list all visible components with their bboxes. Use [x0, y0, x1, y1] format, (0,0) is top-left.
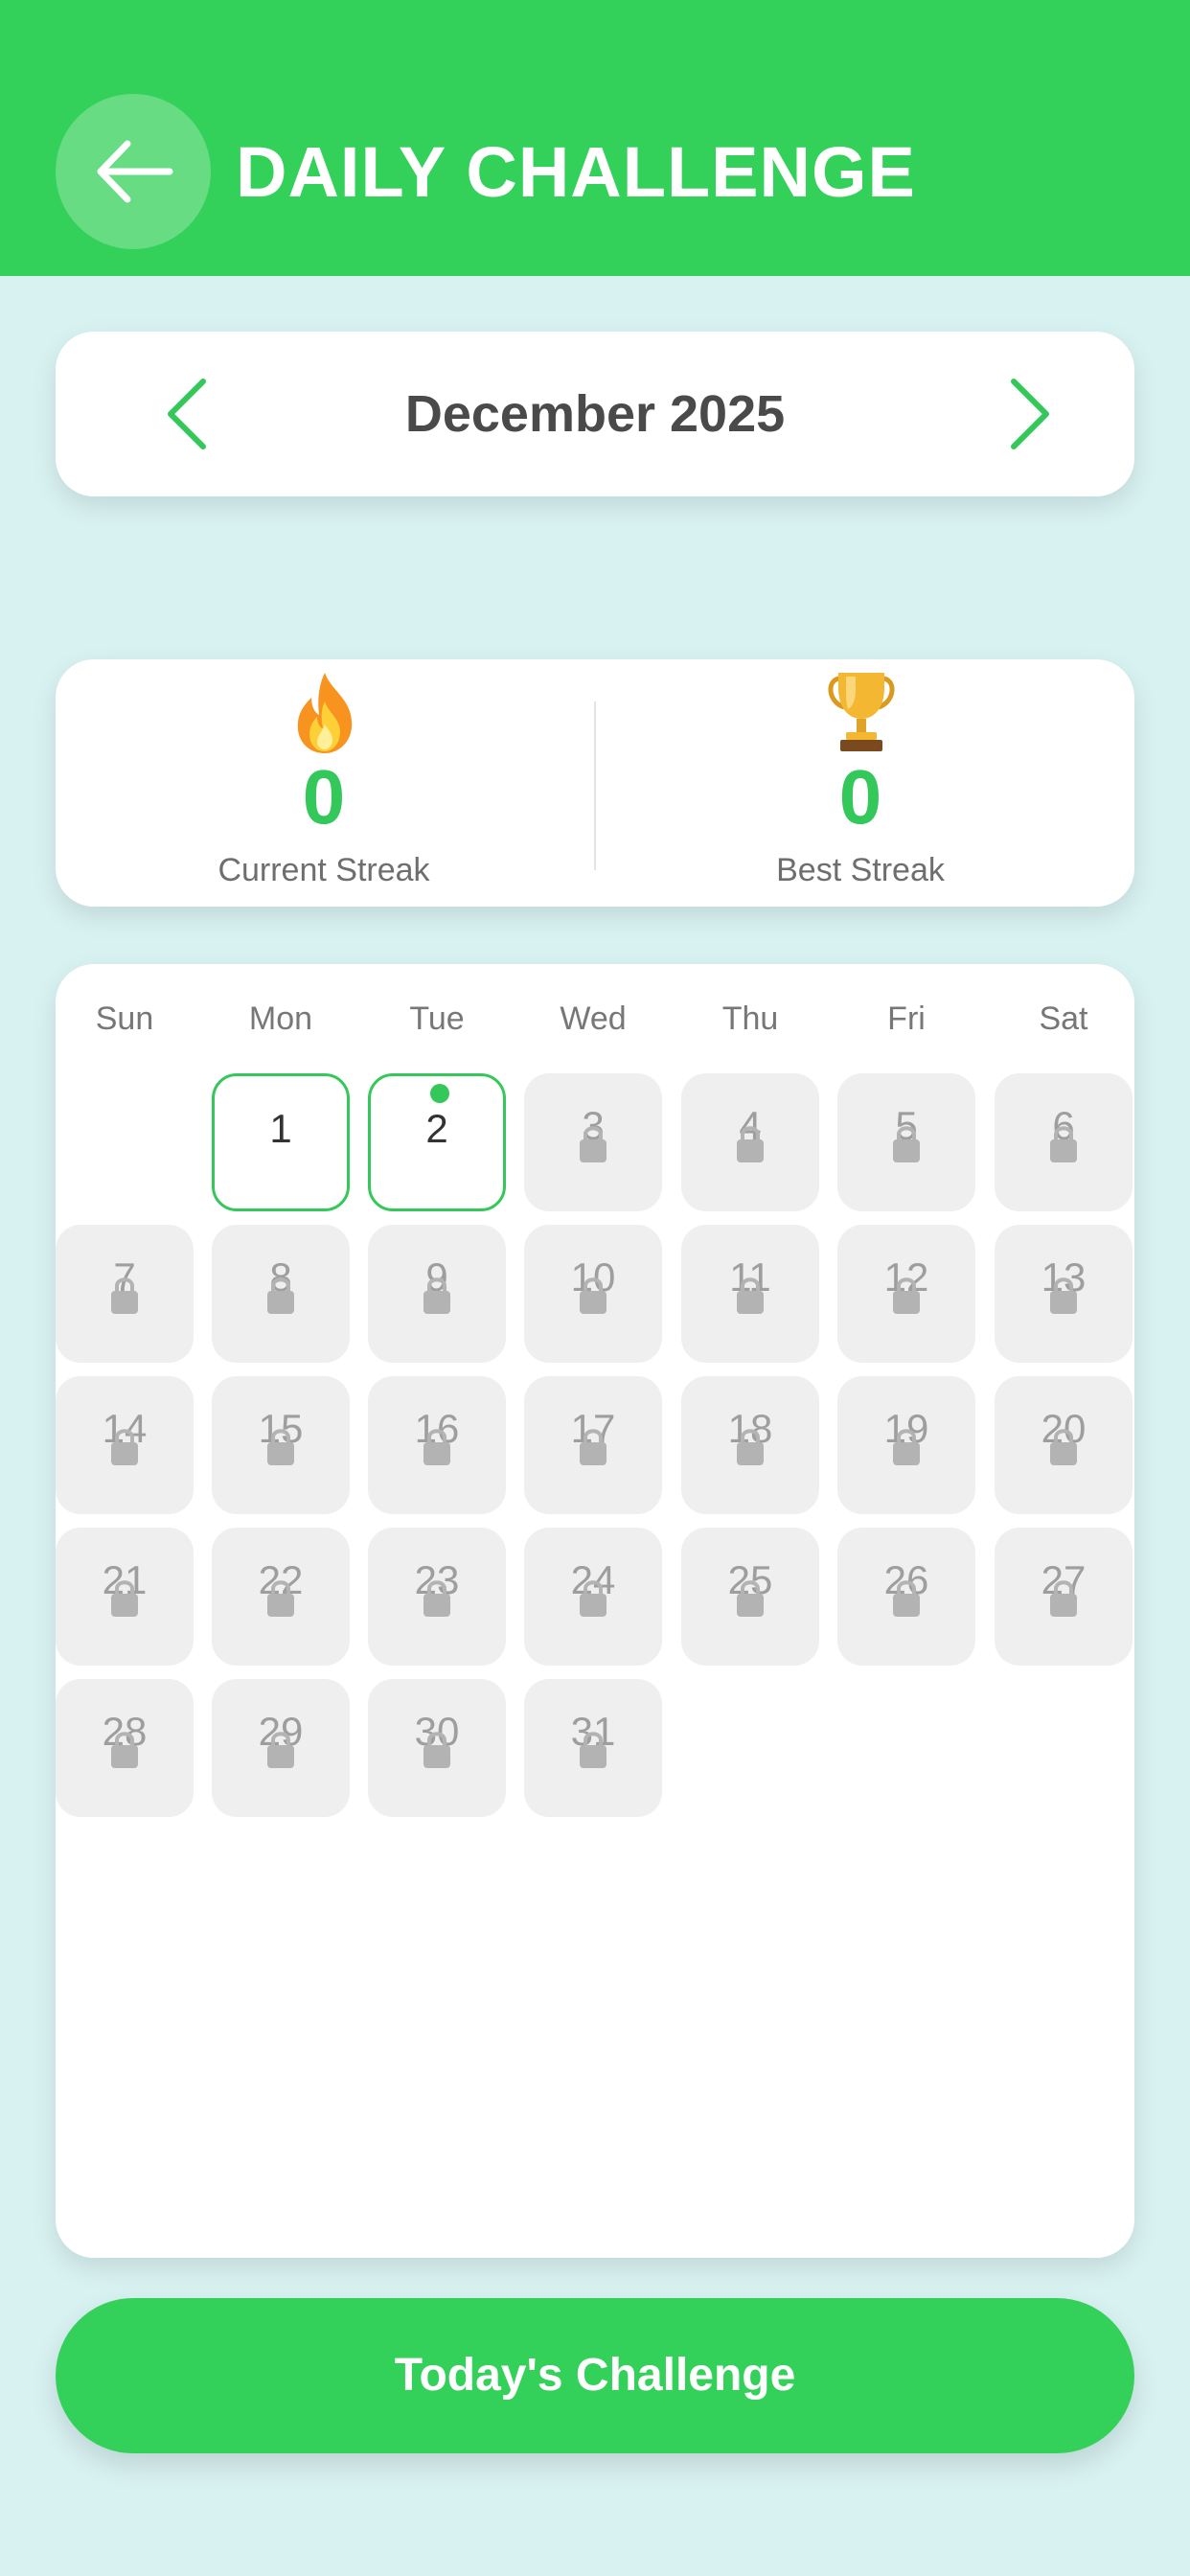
page-title: DAILY CHALLENGE — [236, 132, 916, 212]
month-label: December 2025 — [404, 385, 786, 443]
fire-icon — [297, 673, 353, 753]
calendar-day-locked[interactable]: 18 — [681, 1376, 819, 1514]
lock-icon — [737, 1580, 764, 1617]
calendar-day-locked[interactable]: 8 — [212, 1225, 350, 1363]
lock-icon — [267, 1580, 294, 1617]
lock-icon — [893, 1277, 920, 1314]
calendar-day-locked[interactable]: 5 — [837, 1073, 975, 1211]
lock-icon — [580, 1580, 606, 1617]
todays-challenge-button[interactable]: Today's Challenge — [56, 2298, 1134, 2453]
calendar-day-locked[interactable]: 27 — [995, 1528, 1133, 1666]
streak-stats-card: 0 Current Streak 0 Best Streak — [56, 659, 1134, 907]
lock-icon — [737, 1126, 764, 1162]
chevron-right-icon — [1011, 379, 1049, 449]
calendar-day-locked[interactable]: 23 — [368, 1528, 506, 1666]
lock-icon — [111, 1429, 138, 1465]
calendar-day-locked[interactable]: 7 — [56, 1225, 194, 1363]
lock-icon — [580, 1732, 606, 1768]
calendar-day-locked[interactable]: 17 — [524, 1376, 662, 1514]
lock-icon — [111, 1277, 138, 1314]
lock-icon — [267, 1732, 294, 1768]
weekday-label: Sat — [1039, 1000, 1088, 1037]
today-indicator-dot — [430, 1084, 449, 1103]
current-streak-value: 0 — [302, 754, 346, 840]
calendar-day-locked[interactable]: 10 — [524, 1225, 662, 1363]
lock-icon — [423, 1277, 450, 1314]
arrow-left-icon — [97, 140, 173, 203]
weekday-label: Fri — [887, 1000, 926, 1037]
next-month-button[interactable] — [987, 368, 1073, 460]
calendar-day-locked[interactable]: 6 — [995, 1073, 1133, 1211]
lock-icon — [267, 1277, 294, 1314]
lock-icon — [111, 1580, 138, 1617]
lock-icon — [580, 1277, 606, 1314]
weekday-label: Tue — [409, 1000, 465, 1037]
calendar-day-locked[interactable]: 30 — [368, 1679, 506, 1817]
calendar-day-locked[interactable]: 25 — [681, 1528, 819, 1666]
lock-icon — [893, 1580, 920, 1617]
current-streak-label: Current Streak — [217, 852, 430, 888]
calendar-day[interactable]: 1 — [212, 1073, 350, 1211]
lock-icon — [580, 1429, 606, 1465]
lock-icon — [737, 1277, 764, 1314]
lock-icon — [423, 1732, 450, 1768]
best-streak-value: 0 — [838, 754, 882, 840]
calendar-day-locked[interactable]: 21 — [56, 1528, 194, 1666]
calendar-day-locked[interactable]: 13 — [995, 1225, 1133, 1363]
lock-icon — [423, 1429, 450, 1465]
current-streak-stat: 0 Current Streak — [56, 659, 592, 907]
day-number: 1 — [269, 1106, 292, 1151]
calendar-day[interactable]: 2 — [368, 1073, 506, 1211]
calendar-day-locked[interactable]: 28 — [56, 1679, 194, 1817]
lock-icon — [111, 1732, 138, 1768]
calendar-day-locked[interactable]: 12 — [837, 1225, 975, 1363]
weekday-label: Thu — [721, 1000, 779, 1037]
weekday-label: Wed — [560, 1000, 627, 1037]
lock-icon — [267, 1429, 294, 1465]
app-header: DAILY CHALLENGE — [0, 0, 1190, 276]
calendar-day-locked[interactable]: 26 — [837, 1528, 975, 1666]
lock-icon — [1050, 1277, 1077, 1314]
lock-icon — [423, 1580, 450, 1617]
calendar-day-locked[interactable]: 19 — [837, 1376, 975, 1514]
calendar-day-locked[interactable]: 22 — [212, 1528, 350, 1666]
back-button[interactable] — [56, 94, 211, 249]
calendar-day-locked[interactable]: 3 — [524, 1073, 662, 1211]
best-streak-stat: 0 Best Streak — [592, 659, 1129, 907]
day-number: 2 — [425, 1106, 448, 1151]
lock-icon — [1050, 1429, 1077, 1465]
calendar-day-locked[interactable]: 31 — [524, 1679, 662, 1817]
lock-icon — [893, 1126, 920, 1162]
calendar-day-locked[interactable]: 11 — [681, 1225, 819, 1363]
lock-icon — [893, 1429, 920, 1465]
calendar-day-locked[interactable]: 24 — [524, 1528, 662, 1666]
lock-icon — [737, 1429, 764, 1465]
calendar-day-locked[interactable]: 15 — [212, 1376, 350, 1514]
calendar-day-locked[interactable]: 16 — [368, 1376, 506, 1514]
lock-icon — [580, 1126, 606, 1162]
calendar-day-locked[interactable]: 9 — [368, 1225, 506, 1363]
calendar-day-locked[interactable]: 29 — [212, 1679, 350, 1817]
lock-icon — [1050, 1580, 1077, 1617]
best-streak-label: Best Streak — [776, 852, 945, 888]
month-navigator: December 2025 — [56, 332, 1134, 496]
trophy-icon — [828, 673, 895, 751]
weekday-label: Mon — [248, 1000, 313, 1037]
calendar-day-locked[interactable]: 20 — [995, 1376, 1133, 1514]
calendar-day-locked[interactable]: 4 — [681, 1073, 819, 1211]
calendar-day-locked[interactable]: 14 — [56, 1376, 194, 1514]
weekday-label: Sun — [95, 1000, 154, 1037]
lock-icon — [1050, 1126, 1077, 1162]
